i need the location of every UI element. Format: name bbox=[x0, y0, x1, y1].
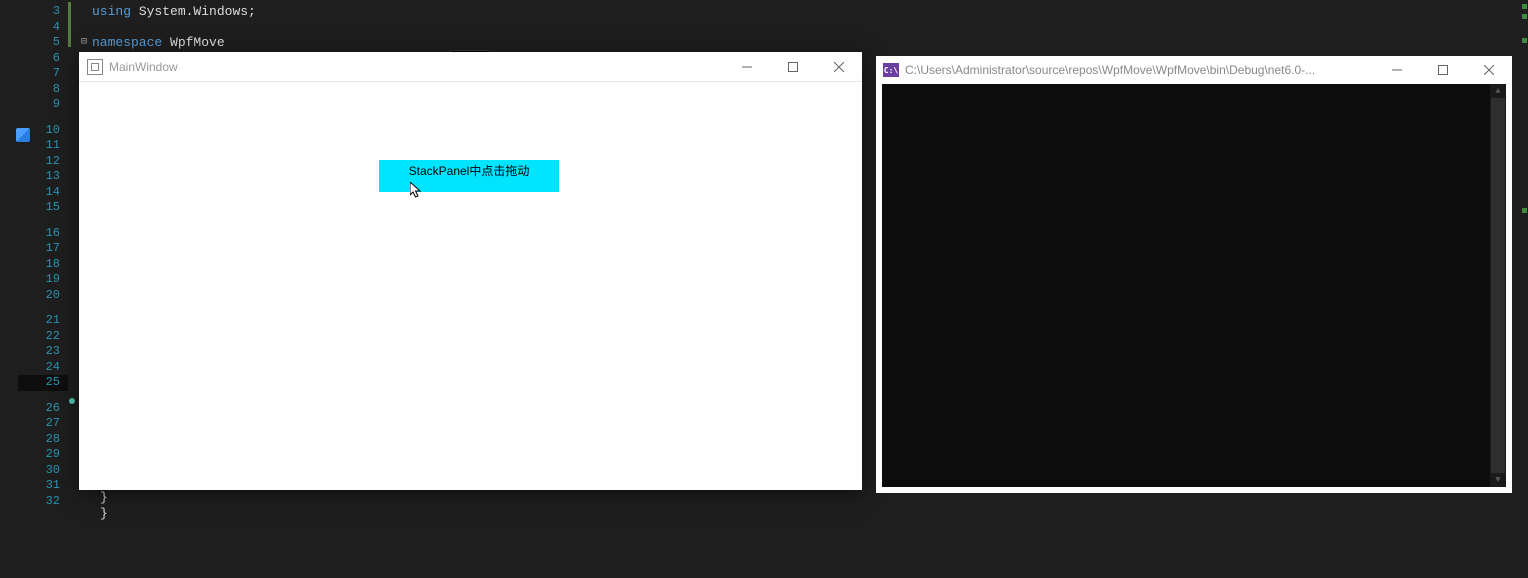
line-number: 30 bbox=[18, 463, 68, 479]
line-number: 7 bbox=[18, 66, 68, 82]
gutter-gap bbox=[18, 216, 68, 226]
line-number: 9 bbox=[18, 97, 68, 113]
window-title: MainWindow bbox=[109, 60, 178, 74]
collapse-icon[interactable]: ⊟ bbox=[81, 35, 87, 51]
brace: } bbox=[100, 490, 108, 505]
gutter-gap bbox=[18, 303, 68, 313]
gutter-gap bbox=[18, 113, 68, 123]
editor-margin bbox=[0, 0, 18, 578]
line-number: 32 bbox=[18, 494, 68, 510]
line-number: 29 bbox=[18, 447, 68, 463]
namespace-name: WpfMove bbox=[170, 35, 225, 50]
console-title: C:\Users\Administrator\source\repos\WpfM… bbox=[905, 63, 1315, 77]
line-number: 22 bbox=[18, 329, 68, 345]
line-number: 12 bbox=[18, 154, 68, 170]
console-titlebar[interactable]: C:\ C:\Users\Administrator\source\repos\… bbox=[876, 56, 1512, 84]
minimize-button[interactable] bbox=[724, 52, 770, 82]
editor-minimap[interactable] bbox=[1520, 0, 1528, 578]
brace: } bbox=[100, 506, 108, 521]
keyword: using bbox=[92, 4, 131, 19]
close-icon bbox=[1484, 65, 1494, 75]
breakpoint-glyph-icon[interactable] bbox=[16, 128, 30, 142]
scroll-down-arrow-icon[interactable]: ▼ bbox=[1490, 473, 1506, 487]
line-number: 31 bbox=[18, 478, 68, 494]
line-number: 20 bbox=[18, 288, 68, 304]
line-number: 8 bbox=[18, 82, 68, 98]
line-number: 24 bbox=[18, 360, 68, 376]
line-number: 4 bbox=[18, 20, 68, 36]
console-scrollbar[interactable]: ▲ ▼ bbox=[1490, 84, 1506, 487]
minimap-mark bbox=[1522, 4, 1527, 9]
line-number: 19 bbox=[18, 272, 68, 288]
maximize-icon bbox=[1438, 65, 1448, 75]
code-line bbox=[68, 20, 1528, 36]
minimap-mark bbox=[1522, 38, 1527, 43]
panel-label: StackPanel中点击拖动 bbox=[409, 162, 530, 179]
line-number: 17 bbox=[18, 241, 68, 257]
line-number-current: 25 bbox=[18, 375, 68, 391]
gutter-gap bbox=[18, 391, 68, 401]
maximize-button[interactable] bbox=[1420, 56, 1466, 84]
line-number: 16 bbox=[18, 226, 68, 242]
line-number-gutter: 3 4 5 6 7 8 9 10 11 12 13 14 15 16 17 18… bbox=[18, 0, 68, 578]
line-number: 13 bbox=[18, 169, 68, 185]
line-number: 18 bbox=[18, 257, 68, 273]
line-number: 27 bbox=[18, 416, 68, 432]
maximize-button[interactable] bbox=[770, 52, 816, 82]
change-marker bbox=[68, 2, 71, 47]
maximize-icon bbox=[788, 62, 798, 72]
edit-marker-icon bbox=[69, 398, 75, 404]
line-number: 14 bbox=[18, 185, 68, 201]
line-number: 5 bbox=[18, 35, 68, 51]
line-number: 23 bbox=[18, 344, 68, 360]
code-bottom-lines: } } bbox=[100, 490, 108, 521]
console-output-area[interactable]: ▲ ▼ bbox=[882, 84, 1506, 487]
close-button[interactable] bbox=[816, 52, 862, 82]
wpf-main-window: MainWindow StackPanel中点击拖动 bbox=[79, 52, 862, 490]
minimize-button[interactable] bbox=[1374, 56, 1420, 84]
line-number: 15 bbox=[18, 200, 68, 216]
minimap-mark bbox=[1522, 14, 1527, 19]
window-icon bbox=[87, 59, 103, 75]
minimize-icon bbox=[742, 62, 752, 72]
close-icon bbox=[834, 62, 844, 72]
keyword: namespace bbox=[92, 35, 162, 50]
draggable-stackpanel[interactable]: StackPanel中点击拖动 bbox=[379, 160, 559, 192]
minimap-mark bbox=[1522, 208, 1527, 213]
console-window: C:\ C:\Users\Administrator\source\repos\… bbox=[876, 56, 1512, 493]
code-line: ⊟ namespace WpfMove bbox=[68, 35, 1528, 51]
line-number: 26 bbox=[18, 401, 68, 417]
console-icon: C:\ bbox=[883, 63, 899, 77]
minimize-icon bbox=[1392, 65, 1402, 75]
line-number: 28 bbox=[18, 432, 68, 448]
line-number: 6 bbox=[18, 51, 68, 67]
line-number: 3 bbox=[18, 4, 68, 20]
scrollbar-thumb[interactable] bbox=[1491, 98, 1505, 473]
namespace-ref: System.Windows; bbox=[139, 4, 256, 19]
scroll-up-arrow-icon[interactable]: ▲ bbox=[1490, 84, 1506, 98]
line-number: 21 bbox=[18, 313, 68, 329]
main-window-client-area[interactable]: StackPanel中点击拖动 bbox=[79, 82, 862, 490]
main-window-titlebar[interactable]: MainWindow bbox=[79, 52, 862, 82]
close-button[interactable] bbox=[1466, 56, 1512, 84]
code-line: using System.Windows; bbox=[68, 4, 1528, 20]
